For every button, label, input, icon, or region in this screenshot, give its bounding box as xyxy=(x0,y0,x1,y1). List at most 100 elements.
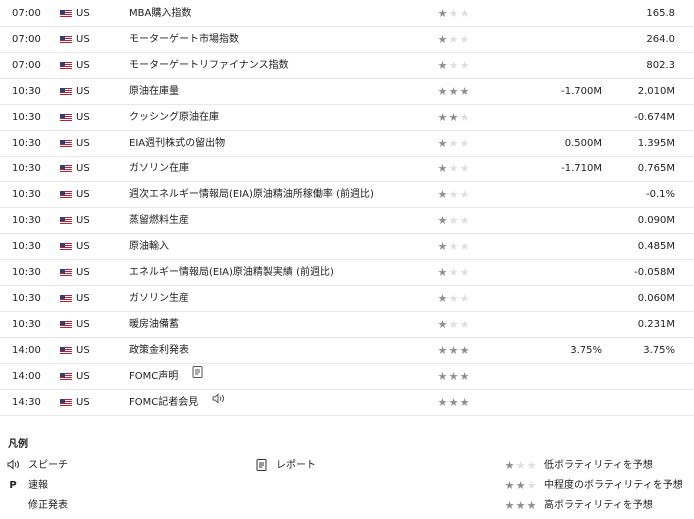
legend-medium-volatility: ★★★ 中程度のボラティリティを予想 xyxy=(504,479,683,493)
legend-preliminary-label: 速報 xyxy=(28,480,48,491)
event-name[interactable]: FOMC記者会見 xyxy=(129,390,225,415)
volatility-stars: ★★★ xyxy=(437,79,470,104)
event-country: US xyxy=(76,292,90,304)
event-row[interactable]: 10:30 US 原油輸入 ★★★ 0.485M xyxy=(0,234,694,261)
star-icon: ★ xyxy=(448,240,459,254)
event-row[interactable]: 07:00 US モーターゲートリファイナンス指数 ★★★ 802.3 xyxy=(0,53,694,79)
legend-title: 凡例 xyxy=(8,439,28,450)
event-name-label[interactable]: FOMC記者会見 xyxy=(129,390,198,415)
event-row[interactable]: 14:00 US 政策金利発表 ★★★ 3.75% 3.75% xyxy=(0,338,694,364)
event-forecast xyxy=(500,260,602,285)
event-name-label[interactable]: エネルギー情報局(EIA)原油精製実績 (前週比) xyxy=(129,260,334,285)
star-icon: ★ xyxy=(448,58,459,72)
event-forecast: 3.75% xyxy=(570,344,602,356)
event-actual: 0.485M xyxy=(637,241,675,253)
event-name-label[interactable]: ガソリン在庫 xyxy=(129,156,189,181)
event-name-label[interactable]: 政策金利発表 xyxy=(129,338,189,363)
event-actual: 3.75% xyxy=(643,344,675,356)
event-name[interactable]: モーターゲートリファイナンス指数 xyxy=(129,53,289,78)
speech-icon[interactable] xyxy=(212,389,225,414)
us-flag-icon xyxy=(60,217,72,226)
event-name[interactable]: エネルギー情報局(EIA)原油精製実績 (前週比) xyxy=(129,260,334,285)
event-row[interactable]: 10:30 US 暖房油備蓄 ★★★ 0.231M xyxy=(0,312,694,338)
star-icon: ★ xyxy=(437,291,448,305)
event-row[interactable]: 07:00 US MBA購入指数 ★★★ 165.8 xyxy=(0,1,694,27)
star-icon: ★ xyxy=(437,84,448,98)
event-country: US xyxy=(76,59,90,71)
us-flag-icon xyxy=(60,269,72,277)
us-flag-icon xyxy=(60,372,72,381)
event-row[interactable]: 10:30 US EIA週刊株式の留出物 ★★★ 0.500M 1.395M xyxy=(0,131,694,157)
medium-volatility-stars-icon: ★★★ xyxy=(504,479,537,492)
event-name[interactable]: MBA購入指数 xyxy=(129,1,191,26)
star-icon: ★ xyxy=(437,214,448,228)
event-name-label[interactable]: 蒸留燃料生産 xyxy=(129,208,189,233)
volatility-stars: ★★★ xyxy=(437,312,470,337)
event-name-label[interactable]: モーターゲートリファイナンス指数 xyxy=(129,53,289,78)
event-name[interactable]: 暖房油備蓄 xyxy=(129,312,179,337)
event-name[interactable]: 蒸留燃料生産 xyxy=(129,208,189,233)
event-row[interactable]: 10:30 US ガソリン生産 ★★★ 0.060M xyxy=(0,286,694,312)
event-name[interactable]: 政策金利発表 xyxy=(129,338,189,363)
event-name[interactable]: FOMC声明 xyxy=(129,364,203,389)
us-flag-icon xyxy=(60,61,72,70)
event-forecast xyxy=(500,312,602,337)
event-name[interactable]: 原油在庫量 xyxy=(129,79,179,104)
event-name-label[interactable]: ガソリン生産 xyxy=(129,286,189,311)
event-actual: 2.010M xyxy=(637,85,675,97)
event-country: US xyxy=(76,318,90,330)
event-name-label[interactable]: EIA週刊株式の留出物 xyxy=(129,131,225,156)
star-icon: ★ xyxy=(448,369,459,383)
star-icon: ★ xyxy=(437,110,448,124)
star-icon: ★ xyxy=(459,136,470,150)
legend-speech: スピーチ xyxy=(6,459,68,473)
event-name-label[interactable]: 週次エネルギー情報局(EIA)原油精油所稼働率 (前週比) xyxy=(129,182,374,207)
event-name-label[interactable]: FOMC声明 xyxy=(129,364,178,389)
event-name[interactable]: モーターゲート市場指数 xyxy=(129,27,239,52)
event-name[interactable]: 週次エネルギー情報局(EIA)原油精油所稼働率 (前週比) xyxy=(129,182,374,207)
star-icon: ★ xyxy=(459,162,470,176)
event-row[interactable]: 14:30 US FOMC記者会見 ★★★ xyxy=(0,390,694,416)
event-time: 07:00 xyxy=(12,33,41,45)
star-icon: ★ xyxy=(459,58,470,72)
event-country: US xyxy=(76,189,90,201)
event-name[interactable]: 原油輸入 xyxy=(129,234,169,259)
event-name-label[interactable]: クッシング原油在庫 xyxy=(129,105,219,130)
event-name[interactable]: クッシング原油在庫 xyxy=(129,105,219,130)
event-actual: 165.8 xyxy=(646,8,675,19)
volatility-stars: ★★★ xyxy=(437,286,470,311)
event-name-label[interactable]: MBA購入指数 xyxy=(129,1,191,26)
event-row[interactable]: 10:30 US 原油在庫量 ★★★ -1.700M 2.010M xyxy=(0,79,694,105)
volatility-stars: ★★★ xyxy=(437,27,470,52)
volatility-stars: ★★★ xyxy=(437,156,470,181)
event-forecast xyxy=(500,27,602,52)
event-name-label[interactable]: 原油在庫量 xyxy=(129,79,179,104)
star-icon: ★ xyxy=(459,369,470,383)
star-icon: ★ xyxy=(437,58,448,72)
star-icon: ★ xyxy=(459,395,470,409)
event-actual xyxy=(606,364,675,389)
us-flag-icon xyxy=(60,346,72,355)
event-forecast xyxy=(500,53,602,78)
event-time: 10:30 xyxy=(12,189,41,201)
event-forecast xyxy=(500,286,602,311)
report-icon[interactable] xyxy=(192,363,203,388)
event-name[interactable]: ガソリン生産 xyxy=(129,286,189,311)
event-name-label[interactable]: 暖房油備蓄 xyxy=(129,312,179,337)
low-volatility-stars-icon: ★★★ xyxy=(504,459,537,472)
event-row[interactable]: 14:00 US FOMC声明 ★★★ xyxy=(0,364,694,390)
event-row[interactable]: 10:30 US ガソリン在庫 ★★★ -1.710M 0.765M xyxy=(0,156,694,183)
us-flag-icon xyxy=(60,243,72,252)
event-row[interactable]: 10:30 US エネルギー情報局(EIA)原油精製実績 (前週比) ★★★ -0.05… xyxy=(0,260,694,286)
volatility-stars: ★★★ xyxy=(437,131,470,156)
event-row[interactable]: 10:30 US 週次エネルギー情報局(EIA)原油精油所稼働率 (前週比) ★★★ -… xyxy=(0,182,694,209)
event-row[interactable]: 10:30 US 蒸留燃料生産 ★★★ 0.090M xyxy=(0,208,694,235)
event-name[interactable]: ガソリン在庫 xyxy=(129,156,189,181)
event-country: US xyxy=(76,370,90,382)
event-name-label[interactable]: モーターゲート市場指数 xyxy=(129,27,239,52)
event-row[interactable]: 07:00 US モーターゲート市場指数 ★★★ 264.0 xyxy=(0,27,694,53)
star-icon: ★ xyxy=(459,188,470,202)
event-name[interactable]: EIA週刊株式の留出物 xyxy=(129,131,225,156)
event-name-label[interactable]: 原油輸入 xyxy=(129,234,169,259)
event-row[interactable]: 10:30 US クッシング原油在庫 ★★★ -0.674M xyxy=(0,105,694,131)
